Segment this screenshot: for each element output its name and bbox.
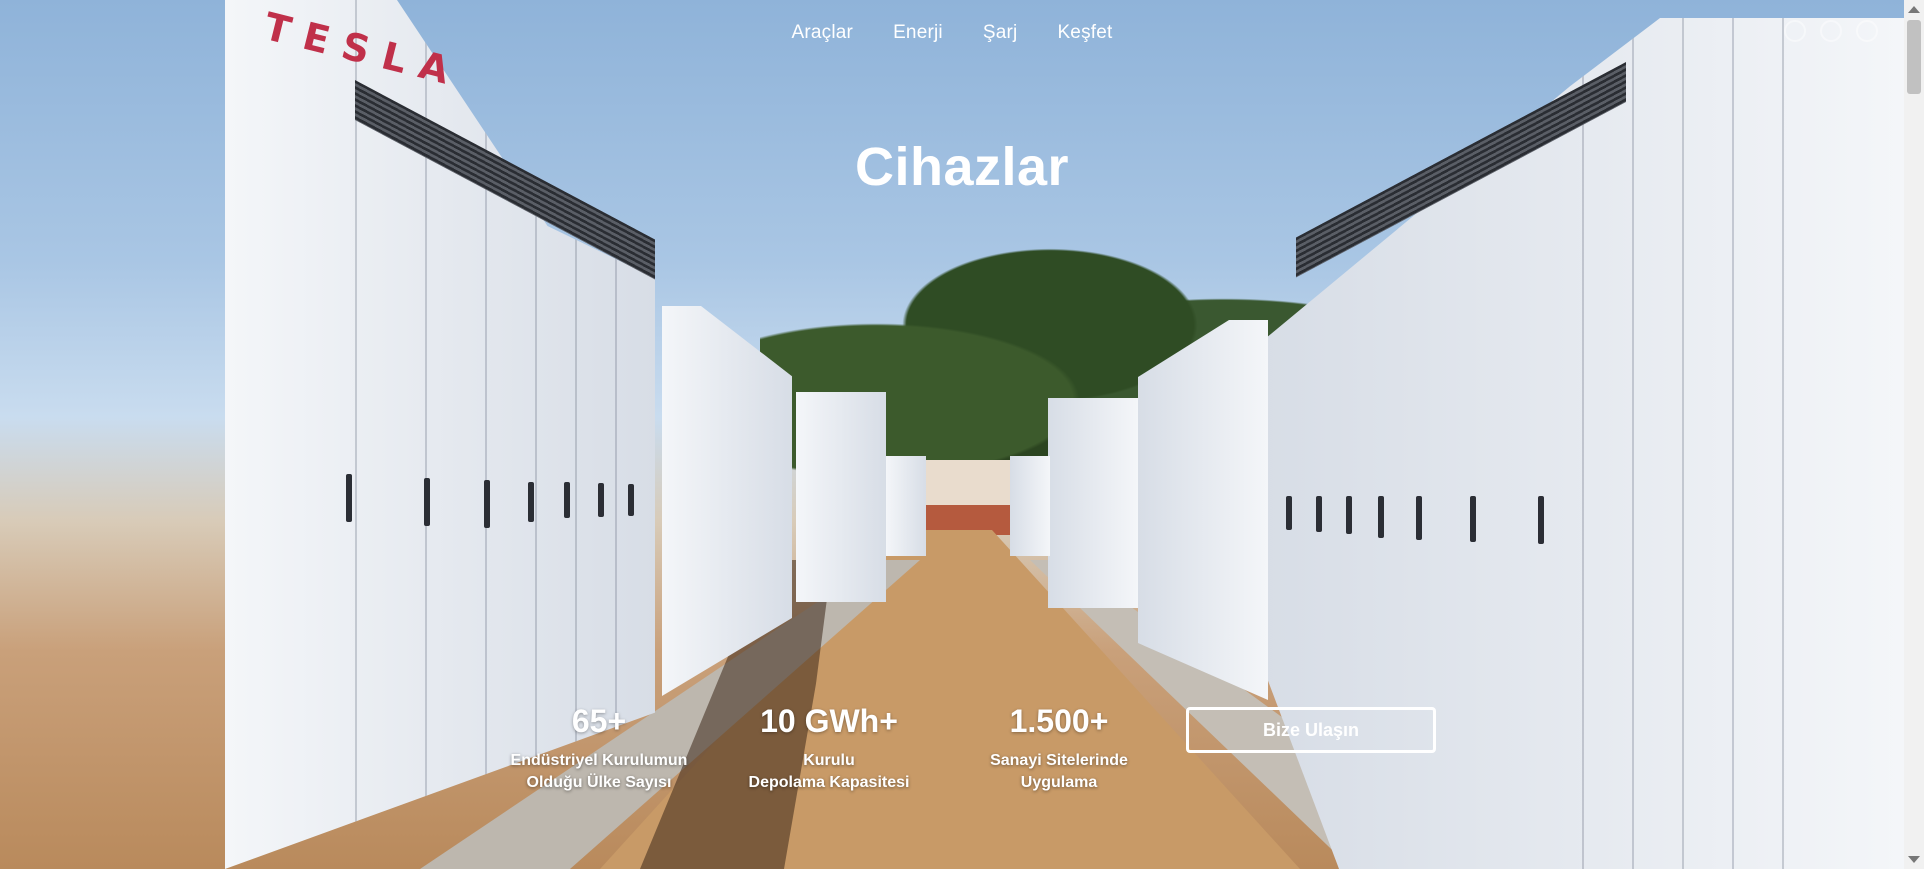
door-handle [628, 484, 634, 516]
nav-item-discover[interactable]: Keşfet [1057, 22, 1112, 44]
page-scrollbar[interactable] [1904, 0, 1924, 869]
left-megapack-farther [886, 456, 926, 556]
stat-value: 1.500+ [1009, 703, 1109, 739]
stat-label: Kurulu Depolama Kapasitesi [714, 750, 944, 794]
right-megapack-mid [1138, 320, 1268, 700]
stats-row: 65+ Endüstriyel Kurulumun Olduğu Ülke Sa… [484, 703, 1174, 794]
nav-item-energy[interactable]: Enerji [893, 22, 943, 44]
door-handle [424, 478, 430, 526]
door-handle [1416, 496, 1422, 540]
door-handle [598, 483, 604, 517]
right-megapack-far [1048, 398, 1138, 608]
nav-item-charging[interactable]: Şarj [983, 22, 1018, 44]
door-handle [346, 474, 352, 522]
stat-countries: 65+ Endüstriyel Kurulumun Olduğu Ülke Sa… [484, 703, 714, 794]
stat-label-line: Sanayi Sitelerinde [990, 752, 1128, 769]
door-handle [1316, 496, 1322, 532]
globe-icon[interactable] [1820, 20, 1842, 42]
door-handle [1470, 496, 1476, 542]
stat-value: 10 GWh+ [760, 703, 898, 739]
stat-label-line: Kurulu [803, 752, 855, 769]
stat-value: 65+ [571, 703, 627, 739]
stat-capacity: 10 GWh+ Kurulu Depolama Kapasitesi [714, 703, 944, 794]
scroll-down-arrow-icon[interactable] [1908, 856, 1920, 863]
stat-label-line: Endüstriyel Kurulumun [510, 752, 688, 769]
nav-item-vehicles[interactable]: Araçlar [791, 22, 853, 44]
help-icon[interactable] [1784, 20, 1806, 42]
scrollbar-thumb[interactable] [1907, 20, 1921, 94]
door-handle [1346, 496, 1352, 534]
door-handle [1286, 496, 1292, 530]
door-handle [1378, 496, 1384, 538]
left-megapack-far [796, 392, 886, 602]
stat-label-line: Depolama Kapasitesi [748, 774, 910, 791]
top-nav: Araçlar Enerji Şarj Keşfet [0, 22, 1904, 44]
door-handle [564, 482, 570, 518]
contact-us-button[interactable]: Bize Ulaşın [1186, 707, 1436, 753]
scroll-up-arrow-icon[interactable] [1908, 6, 1920, 13]
stat-label-line: Olduğu Ülke Sayısı [526, 774, 672, 791]
right-megapack-farther [1010, 456, 1050, 556]
door-handle [528, 482, 534, 522]
stat-label: Sanayi Sitelerinde Uygulama [944, 750, 1174, 794]
door-handle [484, 480, 490, 528]
header-icons [1784, 20, 1878, 42]
stat-label-line: Uygulama [1020, 774, 1098, 791]
stat-sites: 1.500+ Sanayi Sitelerinde Uygulama [944, 703, 1174, 794]
door-handle [1538, 496, 1544, 544]
stat-label: Endüstriyel Kurulumun Olduğu Ülke Sayısı [484, 750, 714, 794]
account-icon[interactable] [1856, 20, 1878, 42]
page-title: Cihazlar [854, 137, 1070, 197]
